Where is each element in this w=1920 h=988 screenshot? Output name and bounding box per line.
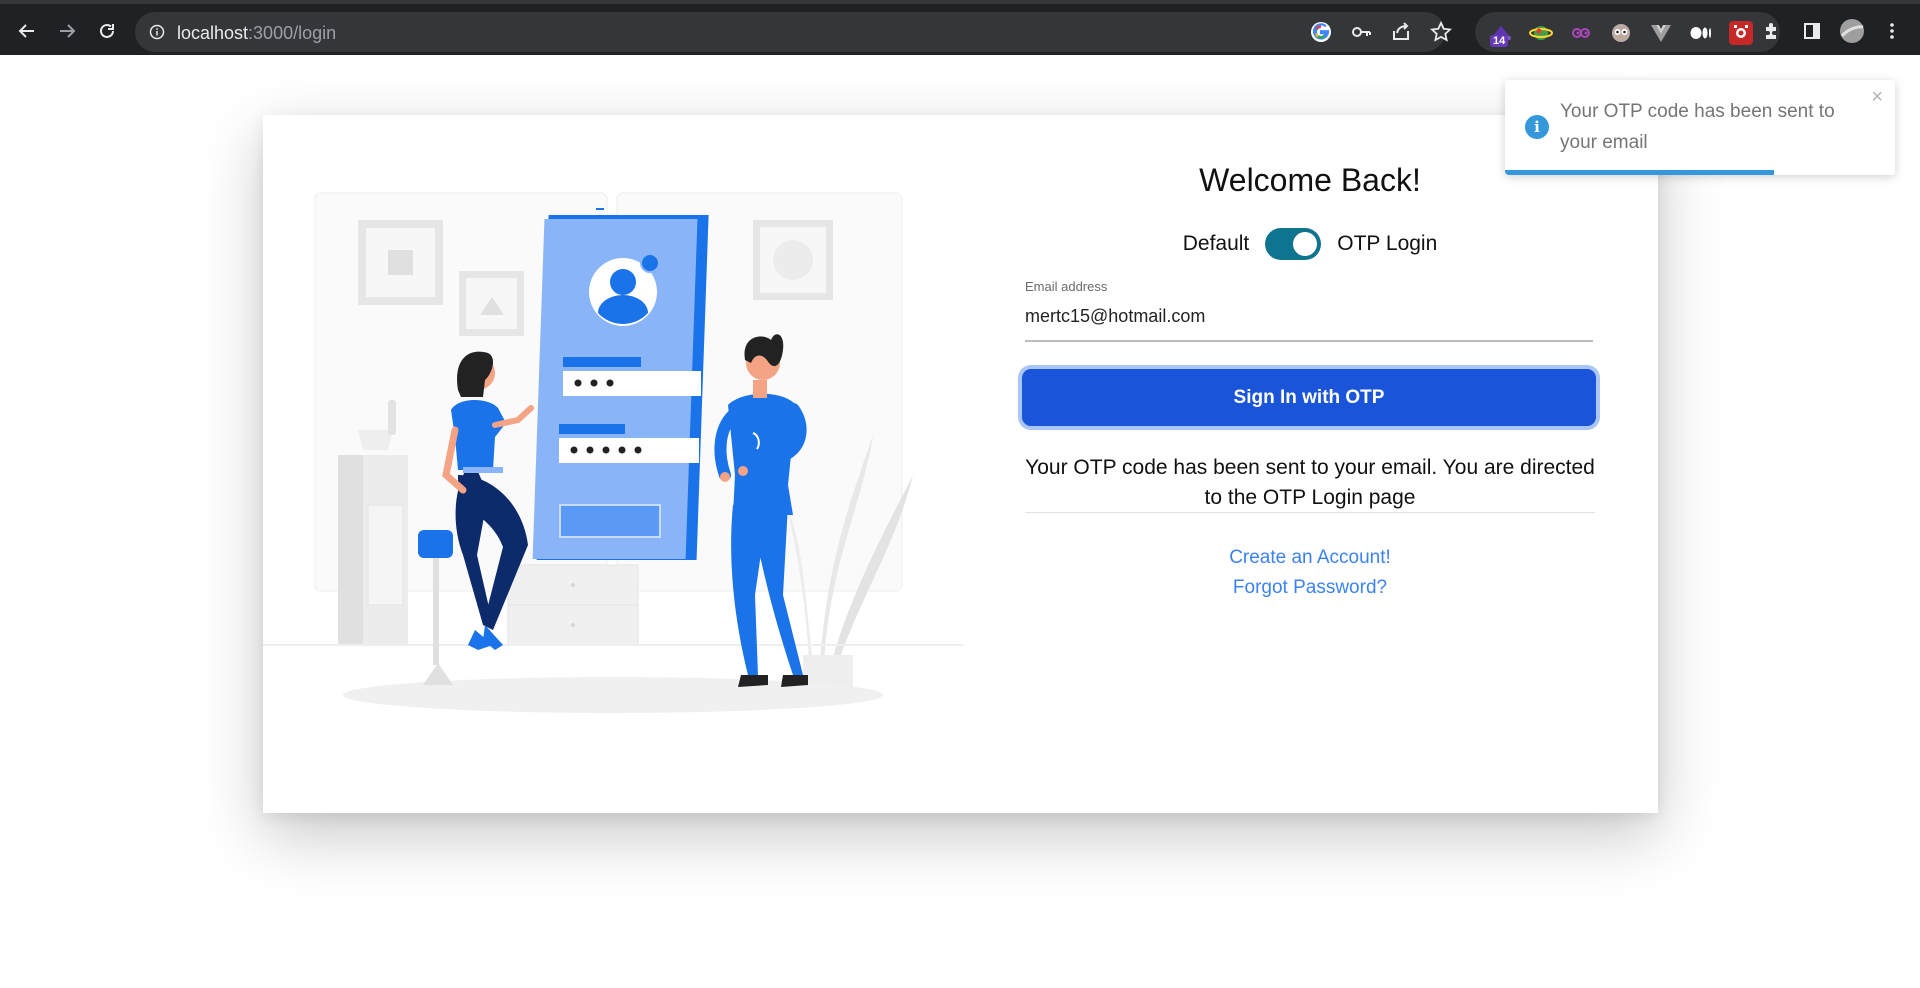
reload-icon[interactable] <box>90 14 124 48</box>
login-mode-toggle-row: Default OTP Login <box>1025 228 1595 260</box>
toggle-label-otp: OTP Login <box>1337 232 1438 255</box>
toast-progress-bar <box>1505 170 1775 175</box>
info-icon[interactable] <box>149 24 165 40</box>
extension-vue-icon[interactable] <box>1649 21 1673 45</box>
extension-red-icon[interactable] <box>1729 21 1753 45</box>
sign-in-otp-button[interactable]: Sign In with OTP <box>1022 369 1596 426</box>
email-field[interactable]: mertc15@hotmail.com <box>1025 304 1593 342</box>
key-icon[interactable] <box>1350 21 1372 43</box>
url-host: localhost <box>177 23 249 43</box>
close-icon[interactable]: × <box>1871 86 1883 109</box>
forgot-password-link[interactable]: Forgot Password? <box>1025 577 1595 599</box>
url-path: :3000/login <box>248 23 337 43</box>
login-illustration <box>263 192 963 713</box>
side-panel-icon[interactable] <box>1795 14 1829 48</box>
share-icon[interactable] <box>1390 21 1412 43</box>
url-text[interactable]: localhost:3000/login <box>177 23 336 44</box>
extensions-icon[interactable] <box>1755 14 1789 48</box>
create-account-link[interactable]: Create an Account! <box>1025 547 1595 569</box>
divider <box>1025 512 1595 513</box>
email-label: Email address <box>1025 279 1108 294</box>
browser-toolbar: localhost:3000/login 14 <box>0 0 1920 55</box>
extensions-bar <box>1475 12 1780 52</box>
login-mode-switch[interactable] <box>1265 228 1322 260</box>
extension-eyes-icon[interactable] <box>1569 21 1593 45</box>
extension-medium-icon[interactable] <box>1689 21 1713 45</box>
extension-badge: 14 <box>1490 35 1509 47</box>
switch-knob <box>1293 232 1318 256</box>
toggle-label-default: Default <box>1182 232 1250 255</box>
extension-owl-icon[interactable] <box>1609 21 1633 45</box>
otp-status-message: Your OTP code has been sent to your emai… <box>1025 456 1595 509</box>
star-icon[interactable] <box>1430 21 1452 43</box>
info-circle-icon: i <box>1525 115 1549 139</box>
otp-toast: i Your OTP code has been sent to your em… <box>1505 80 1895 175</box>
toast-message: Your OTP code has been sent to your emai… <box>1560 101 1835 153</box>
forward-icon[interactable] <box>50 14 84 48</box>
google-icon[interactable] <box>1310 21 1332 43</box>
profile-avatar[interactable] <box>1835 14 1869 48</box>
extension-planet-icon[interactable] <box>1529 21 1553 45</box>
back-icon[interactable] <box>10 14 44 48</box>
menu-icon[interactable] <box>1875 14 1909 48</box>
address-bar[interactable]: localhost:3000/login <box>135 12 1452 52</box>
